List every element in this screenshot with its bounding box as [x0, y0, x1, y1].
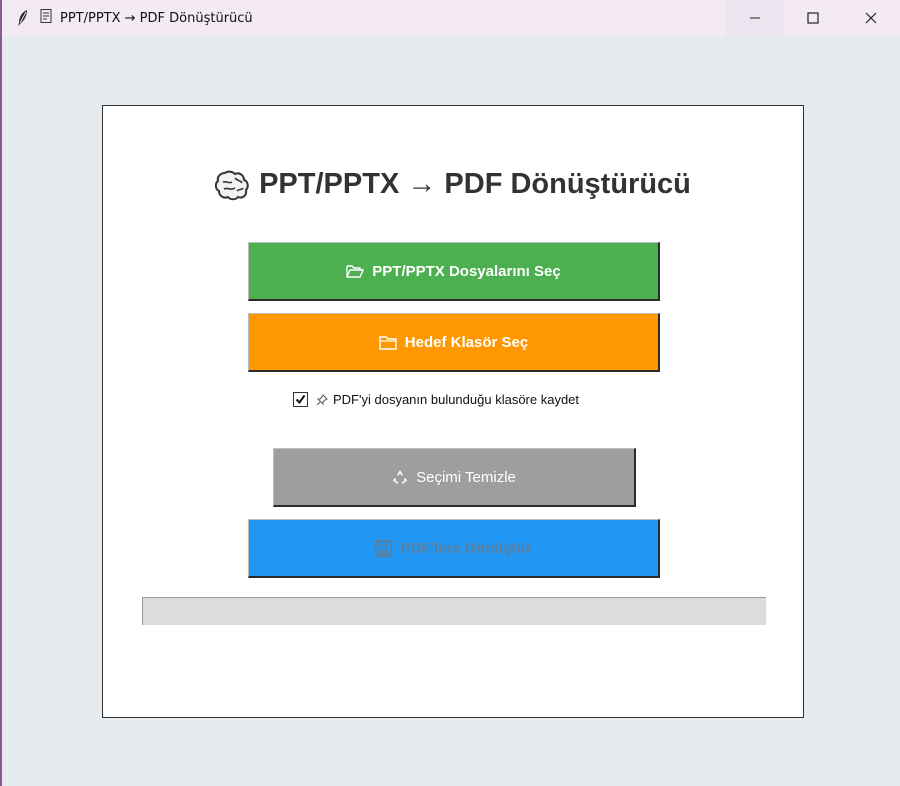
clear-selection-button[interactable]: Seçimi Temizle	[273, 448, 636, 507]
checkmark-icon	[295, 394, 306, 405]
maximize-icon	[807, 12, 819, 24]
select-files-button[interactable]: PPT/PPTX Dosyalarını Seç	[248, 242, 660, 301]
floppy-disk-icon	[375, 539, 393, 557]
page-title-row: PPT/PPTX → PDF Dönüştürücü	[103, 168, 803, 201]
main-panel: PPT/PPTX → PDF Dönüştürücü PPT/PPTX Dosy…	[102, 105, 804, 718]
convert-label: PDF'lere Dönüştür	[400, 539, 532, 557]
title-bar: PPT/PPTX → PDF Dönüştürücü	[2, 0, 900, 36]
convert-button[interactable]: PDF'lere Dönüştür	[248, 519, 660, 578]
brain-icon	[215, 169, 249, 201]
close-icon	[865, 12, 877, 24]
maximize-button[interactable]	[784, 0, 842, 36]
document-icon	[40, 9, 52, 27]
save-same-folder-checkbox[interactable]	[293, 392, 308, 407]
clear-selection-label: Seçimi Temizle	[416, 468, 516, 486]
minimize-button[interactable]	[726, 0, 784, 36]
progress-bar	[142, 597, 766, 625]
app-window: PPT/PPTX → PDF Dönüştürücü PPT/PPTX → PD…	[0, 0, 900, 786]
pushpin-icon	[316, 393, 328, 406]
minimize-icon	[750, 17, 760, 19]
target-folder-button[interactable]: Hedef Klasör Seç	[248, 313, 660, 372]
save-same-folder-option[interactable]: PDF'yi dosyanın bulunduğu klasöre kaydet	[293, 392, 579, 407]
page-title: PPT/PPTX → PDF Dönüştürücü	[259, 168, 691, 200]
recycle-icon	[392, 469, 408, 485]
save-same-folder-label: PDF'yi dosyanın bulunduğu klasöre kaydet	[333, 392, 580, 407]
folder-icon	[379, 335, 397, 350]
close-button[interactable]	[842, 0, 900, 36]
open-folder-icon	[346, 264, 365, 278]
feather-icon	[16, 9, 30, 27]
window-title: PPT/PPTX → PDF Dönüştürücü	[60, 10, 253, 26]
target-folder-label: Hedef Klasör Seç	[404, 333, 529, 351]
select-files-label: PPT/PPTX Dosyalarını Seç	[372, 262, 561, 280]
